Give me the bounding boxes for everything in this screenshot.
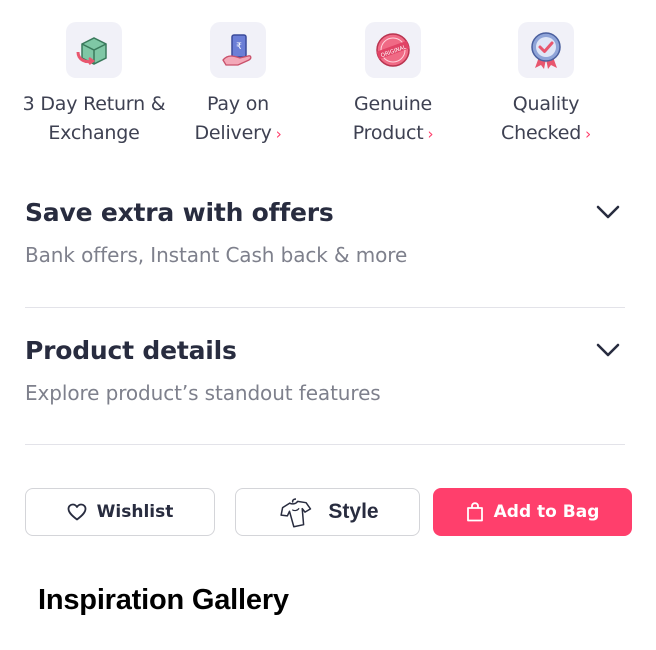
badge-genuine-product[interactable]: ORIGINAL Genuine Product › — [313, 22, 473, 149]
chevron-down-icon[interactable] — [595, 202, 621, 222]
divider — [25, 307, 625, 308]
cash-on-delivery-icon: ₹ — [210, 22, 266, 78]
offers-accordion[interactable]: Save extra with offers Bank offers, Inst… — [25, 198, 625, 267]
product-details-subtitle: Explore product’s standout features — [25, 381, 381, 405]
badge-line2: Product — [352, 122, 424, 144]
hanger-shirt-icon — [280, 498, 312, 528]
style-label: Style — [328, 500, 379, 523]
heart-icon — [67, 503, 87, 521]
add-to-bag-label: Add to Bag — [493, 502, 600, 522]
badge-line1: 3 Day Return & — [22, 93, 166, 115]
inspiration-gallery-heading: Inspiration Gallery — [38, 584, 289, 616]
badge-line2: Exchange — [48, 122, 140, 144]
chevron-down-icon[interactable] — [595, 340, 621, 360]
badge-return-exchange[interactable]: 3 Day Return & Exchange — [14, 22, 174, 148]
badge-line2: Delivery — [194, 122, 272, 144]
svg-text:₹: ₹ — [236, 42, 242, 52]
chevron-right-icon: › — [585, 125, 591, 143]
badge-line1: Pay on — [207, 93, 269, 115]
add-to-bag-button[interactable]: Add to Bag — [433, 488, 632, 536]
chevron-right-icon: › — [275, 125, 282, 143]
product-details-accordion[interactable]: Product details Explore product’s stando… — [25, 336, 625, 405]
divider — [25, 444, 625, 445]
offers-title: Save extra with offers — [25, 198, 334, 227]
shopping-bag-icon — [466, 502, 483, 522]
wishlist-label: Wishlist — [96, 502, 174, 522]
trust-badges: 3 Day Return & Exchange ₹ Pay on Deliver… — [0, 22, 656, 152]
badge-pay-on-delivery[interactable]: ₹ Pay on Delivery › — [158, 22, 318, 149]
wishlist-button[interactable]: Wishlist — [25, 488, 215, 536]
original-stamp-icon: ORIGINAL — [365, 22, 421, 78]
offers-subtitle: Bank offers, Instant Cash back & more — [25, 243, 408, 267]
badge-line2: Checked — [501, 122, 582, 144]
badge-line1: Genuine — [353, 93, 433, 115]
product-details-title: Product details — [25, 336, 237, 365]
chevron-right-icon: › — [427, 125, 434, 143]
badge-line1: Quality — [512, 93, 580, 115]
return-box-icon — [66, 22, 122, 78]
badge-quality-checked[interactable]: Quality Checked › — [466, 22, 626, 149]
quality-check-icon — [518, 22, 574, 78]
style-button[interactable]: Style — [235, 488, 420, 536]
